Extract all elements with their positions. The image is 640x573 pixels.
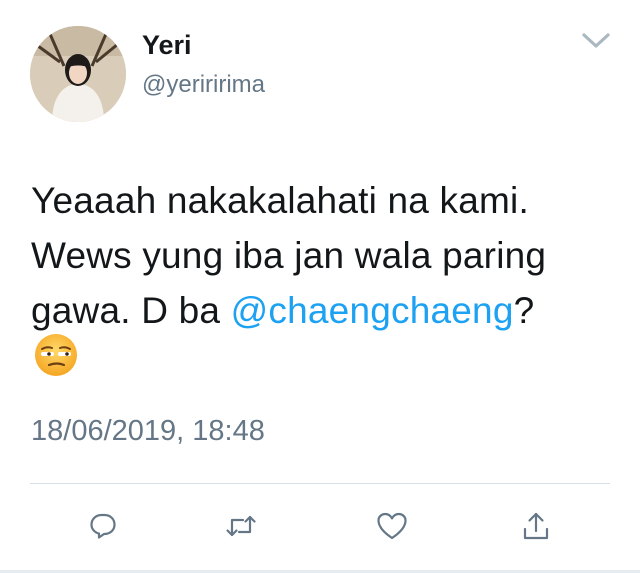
mention-link[interactable]: @chaengchaeng: [231, 290, 514, 331]
tweet-text: Yeaaah nakakalahati na kami. Wews yung i…: [31, 173, 621, 338]
display-name[interactable]: Yeri: [142, 29, 192, 61]
share-button[interactable]: [516, 506, 556, 546]
avatar[interactable]: [30, 26, 126, 122]
divider: [30, 483, 610, 484]
chevron-down-icon[interactable]: [578, 28, 614, 52]
retweet-icon: [226, 515, 256, 537]
tweet-card: Yeri @yeriririma Yeaaah nakakalahati na …: [0, 0, 640, 573]
profile-photo-icon: [30, 26, 126, 122]
tweet-timestamp[interactable]: 18/06/2019, 18:48: [31, 413, 265, 449]
heart-icon: [377, 512, 407, 540]
retweet-button[interactable]: [221, 506, 261, 546]
reply-button[interactable]: [83, 506, 123, 546]
unamused-face-emoji-icon: [33, 332, 79, 378]
share-icon: [523, 512, 549, 540]
speech-bubble-icon: [90, 513, 116, 539]
tweet-text-end: ?: [513, 290, 535, 331]
username-handle[interactable]: @yeriririma: [142, 70, 265, 100]
like-button[interactable]: [372, 506, 412, 546]
